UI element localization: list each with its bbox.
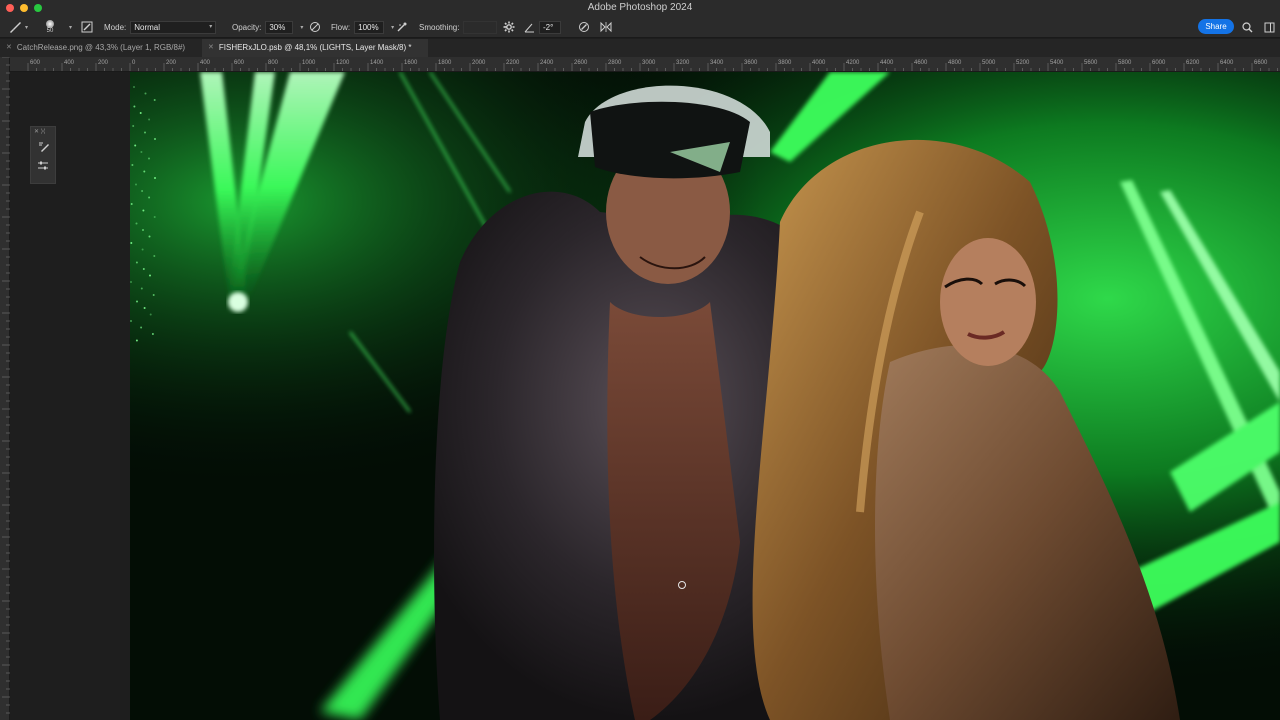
gear-icon — [503, 21, 515, 33]
title-bar: Adobe Photoshop 2024 — [0, 0, 1280, 16]
document-tabs: ✕ CatchRelease.png @ 43,3% (Layer 1, RGB… — [0, 39, 1280, 57]
airbrush-button[interactable] — [396, 16, 408, 38]
tab-fisherxjlo[interactable]: ✕ FISHERxJLO.psb @ 48,1% (LIGHTS, Layer … — [202, 39, 428, 57]
angle-control: -2° — [524, 16, 561, 38]
horizontal-ruler-ticks — [27, 63, 1278, 71]
brush-tip-preview — [46, 19, 54, 28]
tab-label: FISHERxJLO.psb @ 48,1% (LIGHTS, Layer Ma… — [218, 43, 412, 52]
close-tab-icon[interactable]: ✕ — [6, 39, 12, 57]
brush-settings-toggle[interactable] — [81, 16, 93, 38]
angle-input[interactable]: -2° — [539, 20, 561, 34]
close-tab-icon[interactable]: ✕ — [208, 39, 214, 57]
share-button[interactable]: Share — [1198, 19, 1234, 34]
brush-mode-icon — [81, 21, 93, 33]
floating-tool-panel: ✕ ⟩⟨ — [30, 126, 56, 184]
airbrush-icon — [396, 21, 408, 33]
smoothing-options-button[interactable] — [503, 16, 515, 38]
brush-settings-panel-button[interactable] — [31, 137, 55, 157]
chevron-down-icon: ▾ — [25, 24, 29, 31]
artwork-image — [130, 72, 1280, 720]
adjustments-panel-button[interactable] — [31, 157, 55, 177]
smoothing-label: Smoothing: — [419, 22, 460, 32]
pressure-size-button[interactable] — [578, 16, 590, 38]
brush-icon — [8, 20, 22, 34]
smoothing-control: Smoothing: ▾ — [419, 16, 507, 38]
mode-control: Mode: Normal ▾ — [104, 16, 217, 38]
brush-size-value: 50 — [46, 27, 54, 34]
options-bar: ▾ 50 ▾ Mode: Normal ▾ Opacity: 30% ▾ Flow… — [0, 16, 1280, 38]
brush-preset-dropdown[interactable]: ▾ — [66, 16, 72, 38]
pressure-opacity-button[interactable] — [309, 16, 321, 38]
pressure-opacity-icon — [309, 21, 321, 33]
sliders-icon — [37, 160, 49, 175]
chevron-down-icon: ▾ — [69, 24, 73, 31]
search-button[interactable] — [1242, 16, 1253, 38]
document-canvas[interactable] — [130, 72, 1280, 720]
brush-settings-icon — [37, 140, 49, 155]
pressure-size-icon — [578, 21, 590, 33]
mode-label: Mode: — [104, 22, 127, 32]
mode-value: Normal — [134, 22, 161, 32]
angle-icon — [524, 22, 535, 33]
app-title: Adobe Photoshop 2024 — [587, 2, 693, 13]
flow-dropdown[interactable]: ▾ — [391, 24, 394, 31]
opacity-dropdown[interactable]: ▾ — [300, 24, 303, 31]
chevron-down-icon: ▾ — [209, 23, 213, 30]
flow-label: Flow: — [331, 22, 351, 32]
panel-toggle-button[interactable] — [1264, 16, 1275, 38]
panel-header[interactable]: ✕ ⟩⟨ — [31, 127, 55, 137]
search-icon — [1242, 21, 1253, 33]
flow-control: Flow: 100% ▾ — [331, 16, 394, 38]
vertical-ruler[interactable] — [0, 56, 10, 720]
vertical-ruler-ticks — [2, 56, 10, 714]
smoothing-input[interactable] — [463, 20, 498, 34]
flow-input[interactable]: 100% — [354, 20, 385, 34]
pasteboard — [10, 72, 130, 720]
opacity-input[interactable]: 30% — [265, 20, 294, 34]
panel-toggle-icon — [1264, 22, 1275, 33]
symmetry-icon — [600, 21, 612, 33]
tab-catchrelease[interactable]: ✕ CatchRelease.png @ 43,3% (Layer 1, RGB… — [0, 39, 202, 57]
opacity-label: Opacity: — [232, 22, 262, 32]
brush-preset-picker[interactable]: 50 — [46, 16, 54, 38]
symmetry-button[interactable] — [600, 16, 612, 38]
tab-label: CatchRelease.png @ 43,3% (Layer 1, RGB/8… — [16, 43, 186, 52]
mode-select[interactable]: Normal ▾ — [130, 20, 217, 34]
horizontal-ruler[interactable]: 600 400 200 0 200 400 600 800 1000 1200 1400 1600 18… — [10, 57, 1280, 72]
tool-preset-picker[interactable]: ▾ — [8, 16, 28, 38]
opacity-control: Opacity: 30% ▾ — [232, 16, 303, 38]
